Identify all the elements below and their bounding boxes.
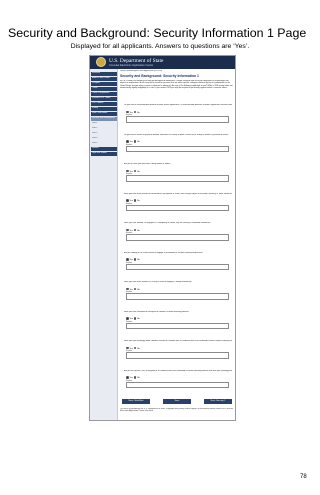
sidebar-item[interactable]: Part 5 bbox=[91, 142, 117, 146]
site-banner: U.S. Department of State Consular Electr… bbox=[90, 56, 235, 69]
explanation-textarea[interactable] bbox=[126, 293, 229, 300]
application-screenshot: U.S. Department of State Consular Electr… bbox=[89, 55, 236, 421]
question-text: Have you ever violated, or engaged in a … bbox=[124, 222, 212, 224]
no-label: No bbox=[136, 111, 140, 114]
explanation-textarea[interactable] bbox=[126, 234, 229, 241]
sidebar-item[interactable]: Part 1 bbox=[91, 122, 117, 126]
page-heading: Security and Background: Security Inform… bbox=[120, 74, 199, 78]
sidebar-item[interactable]: Travel bbox=[91, 87, 117, 91]
sidebar: Personal Address and Phone Passport Travel T… bbox=[90, 69, 118, 420]
explanation-textarea[interactable] bbox=[126, 322, 229, 329]
sidebar-item[interactable]: Security and Background bbox=[91, 117, 117, 121]
page-number: 78 bbox=[300, 474, 307, 480]
no-label: No bbox=[136, 288, 140, 291]
question-text: Do you have a mental or physical disorde… bbox=[124, 133, 229, 136]
next-button[interactable]: Next: Security 2 bbox=[204, 399, 232, 404]
explanation-textarea[interactable] bbox=[126, 381, 229, 388]
no-label: No bbox=[136, 229, 140, 232]
question-block: Are you or have you ever been a drug abu… bbox=[120, 163, 234, 183]
question-block: Have you ever been arrested or convicted… bbox=[120, 193, 234, 213]
explanation-textarea[interactable] bbox=[126, 175, 229, 182]
no-label: No bbox=[136, 170, 140, 173]
no-label: No bbox=[136, 317, 140, 320]
no-label: No bbox=[136, 199, 140, 202]
banner-tagline: Consular Electronic Application Center bbox=[109, 64, 154, 67]
no-label: No bbox=[136, 347, 140, 350]
no-label: No bbox=[136, 140, 140, 143]
no-radio[interactable] bbox=[133, 258, 137, 261]
question-text: Are you the spouse, son, or daughter of … bbox=[124, 369, 232, 372]
question-text: Do you have a communicable disease of pu… bbox=[124, 104, 232, 106]
question-text: Have you ever been involved in, or do yo… bbox=[124, 281, 192, 283]
question-block: Have you ever been involved in, or do yo… bbox=[120, 281, 234, 301]
question-block: Do you have a mental or physical disorde… bbox=[120, 134, 234, 154]
sidebar-item[interactable]: Work / Education bbox=[91, 112, 117, 116]
save-button[interactable]: Save bbox=[163, 399, 191, 404]
back-button[interactable]: Back: Work/Edu bbox=[122, 399, 150, 404]
sidebar-item[interactable]: Sign and Submit bbox=[91, 152, 117, 156]
sidebar-item[interactable]: Family bbox=[91, 107, 117, 111]
explanation-textarea[interactable] bbox=[126, 263, 229, 270]
sidebar-item[interactable]: Part 3 bbox=[91, 132, 117, 136]
no-radio[interactable] bbox=[133, 317, 137, 320]
question-block: Have you ever violated, or engaged in a … bbox=[120, 222, 234, 242]
no-label: No bbox=[136, 376, 140, 379]
no-radio[interactable] bbox=[133, 169, 137, 173]
question-text: Are you or have you ever been a drug abu… bbox=[124, 163, 171, 165]
sidebar-item[interactable]: Travel Companions bbox=[91, 92, 117, 96]
question-text: Are you coming to the United States to e… bbox=[124, 251, 204, 254]
no-label: No bbox=[136, 258, 140, 261]
question-text: Have you ever been arrested or convicted… bbox=[124, 192, 232, 195]
no-radio[interactable] bbox=[133, 110, 137, 114]
explanation-textarea[interactable] bbox=[126, 352, 229, 359]
document-title: Security and Background: Security Inform… bbox=[8, 26, 307, 40]
no-radio[interactable] bbox=[133, 376, 137, 379]
question-block: Are you the spouse, son, or daughter of … bbox=[120, 370, 234, 390]
question-block: Have you ever committed or conspired to … bbox=[120, 311, 234, 331]
question-block: Are you coming to the United States to e… bbox=[120, 252, 234, 272]
sidebar-item[interactable]: Passport bbox=[91, 82, 117, 86]
no-radio[interactable] bbox=[133, 199, 137, 202]
question-text: Have you ever committed or conspired to … bbox=[124, 310, 190, 313]
no-radio[interactable] bbox=[133, 228, 137, 232]
no-radio[interactable] bbox=[133, 346, 137, 350]
form-name-strip: Online Nonimmigrant Visa Application (DS… bbox=[120, 70, 163, 72]
nav-button-bar: Back: Work/Edu Save Next: Security 2 bbox=[120, 399, 234, 404]
sidebar-item[interactable]: U.S. Contact bbox=[91, 102, 117, 106]
page-footer: This form is provided by the U.S. Depart… bbox=[120, 408, 233, 413]
question-block: Do you have a communicable disease of pu… bbox=[120, 104, 234, 124]
sidebar-item[interactable]: Previous U.S. Travel bbox=[91, 97, 117, 101]
explanation-textarea[interactable] bbox=[126, 204, 229, 211]
document-subtitle: Displayed for all applicants. Answers to… bbox=[70, 43, 250, 50]
sidebar-item[interactable]: Personal bbox=[91, 72, 117, 76]
sidebar-item[interactable]: Review bbox=[91, 147, 117, 151]
intro-note: NOTE: Provide the following security and… bbox=[120, 80, 233, 90]
explanation-textarea[interactable] bbox=[126, 145, 229, 152]
seal-icon bbox=[96, 57, 106, 67]
sidebar-item[interactable]: Part 4 bbox=[91, 137, 117, 141]
no-radio[interactable] bbox=[133, 287, 137, 291]
explanation-textarea[interactable] bbox=[126, 116, 229, 123]
no-radio[interactable] bbox=[133, 140, 137, 143]
sidebar-item[interactable]: Part 2 bbox=[91, 127, 117, 131]
question-text: Have you ever knowingly aided, abetted, … bbox=[124, 340, 232, 342]
question-block: Have you ever knowingly aided, abetted, … bbox=[120, 340, 234, 360]
sidebar-item[interactable]: Address and Phone bbox=[91, 77, 117, 81]
